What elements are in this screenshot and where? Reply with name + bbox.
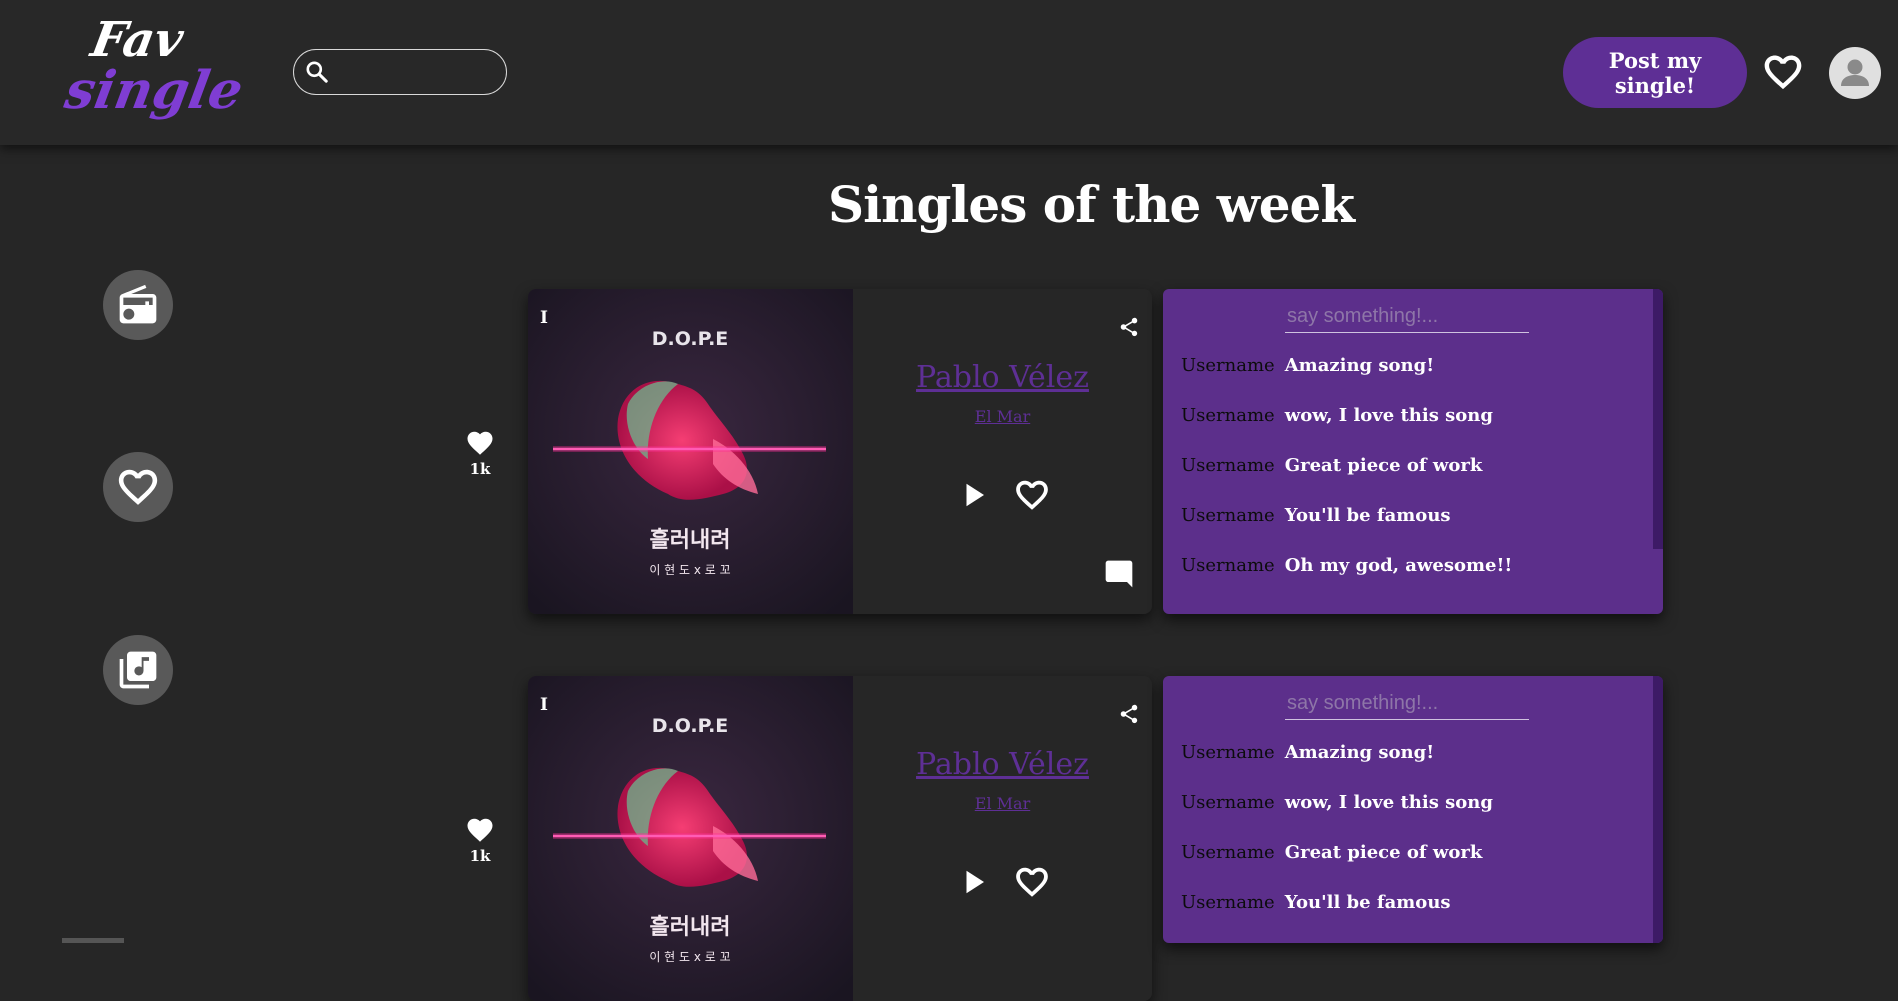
comment-text: Amazing song! [1284, 742, 1435, 763]
favorites-heart-icon[interactable] [1761, 50, 1805, 94]
comment-text: You'll be famous [1284, 892, 1451, 913]
rank-number: I [540, 308, 548, 328]
top-header: Fav single Post my single! [0, 0, 1898, 145]
like-count: 1k [469, 847, 491, 865]
search-input[interactable] [338, 58, 500, 88]
song-link[interactable]: El Mar [853, 407, 1152, 426]
comment-input[interactable] [1285, 301, 1529, 333]
page-scroll-indicator [62, 938, 124, 943]
cover-title: D.O.P.E [652, 328, 729, 350]
comment-text: Great piece of work [1284, 842, 1483, 863]
comment-row: Username Amazing song! [1181, 742, 1434, 772]
single-card: D.O.P.E 흘러내려 이 현 도 x 로 꼬 I Pablo Vélez E… [528, 289, 1152, 614]
comment-text: Amazing song! [1284, 355, 1435, 376]
comment-username[interactable]: Username [1181, 555, 1275, 576]
heart-filled-icon [467, 818, 493, 842]
profile-avatar[interactable] [1829, 47, 1881, 99]
logo-line2: single [60, 60, 248, 121]
post-single-button[interactable]: Post my single! [1563, 37, 1747, 108]
artist-link[interactable]: Pablo Vélez [853, 747, 1152, 782]
comment-username[interactable]: Username [1181, 742, 1275, 763]
like-heart-icon[interactable] [1013, 863, 1051, 901]
app-logo[interactable]: Fav single [61, 8, 248, 133]
artist-link[interactable]: Pablo Vélez [853, 360, 1152, 395]
sidebar-library-button[interactable] [103, 635, 173, 705]
comment-username[interactable]: Username [1181, 455, 1275, 476]
comment-row: Username Oh my god, awesome!! [1181, 555, 1512, 585]
comments-scrollbar[interactable] [1653, 676, 1663, 943]
heart-icon [118, 469, 158, 505]
comment-icon[interactable] [1103, 558, 1135, 590]
comment-row: Username wow, I love this song [1181, 792, 1493, 822]
play-icon[interactable] [959, 867, 989, 897]
heart-filled-icon [467, 431, 493, 455]
cover-credits: 이 현 도 x 로 꼬 [649, 950, 730, 964]
music-library-icon [119, 651, 157, 689]
like-count: 1k [469, 460, 491, 478]
rank-number: I [540, 695, 548, 715]
comment-row: Username wow, I love this song [1181, 405, 1493, 435]
comments-scrollbar[interactable] [1653, 289, 1663, 549]
comment-username[interactable]: Username [1181, 842, 1275, 863]
comment-input[interactable] [1285, 688, 1529, 720]
page-title: Singles of the week [827, 175, 1355, 234]
like-heart-icon[interactable] [1013, 476, 1051, 514]
account-icon [1841, 59, 1869, 86]
song-link[interactable]: El Mar [853, 794, 1152, 813]
cover-korean-title: 흘러내려 [650, 527, 731, 553]
single-card: D.O.P.E 흘러내려 이 현 도 x 로 꼬 I Pablo Vélez E… [528, 676, 1152, 1001]
comment-text: Great piece of work [1284, 455, 1483, 476]
cover-credits: 이 현 도 x 로 꼬 [649, 563, 730, 577]
comment-row: Username Great piece of work [1181, 455, 1482, 485]
comment-row: Username Great piece of work [1181, 842, 1482, 872]
comment-username[interactable]: Username [1181, 792, 1275, 813]
comments-panel: Username Amazing song! Username wow, I l… [1163, 289, 1663, 614]
sidebar-favorites-button[interactable] [103, 452, 173, 522]
comment-row: Username Amazing song! [1181, 355, 1434, 385]
comment-username[interactable]: Username [1181, 355, 1275, 376]
comment-username[interactable]: Username [1181, 405, 1275, 426]
cover-title: D.O.P.E [652, 715, 729, 737]
comment-text: You'll be famous [1284, 505, 1451, 526]
comment-text: Oh my god, awesome!! [1284, 555, 1513, 576]
play-icon[interactable] [959, 480, 989, 510]
comment-text: wow, I love this song [1284, 405, 1493, 426]
comment-row: Username You'll be famous [1181, 892, 1451, 922]
comment-text: wow, I love this song [1284, 792, 1493, 813]
cover-korean-title: 흘러내려 [650, 914, 731, 940]
album-cover-image: D.O.P.E 흘러내려 이 현 도 x 로 꼬 I [528, 289, 853, 614]
like-counter[interactable]: 1k [460, 815, 500, 865]
sidebar-radio-button[interactable] [103, 270, 173, 340]
share-icon[interactable] [1118, 703, 1140, 725]
comments-panel: Username Amazing song! Username wow, I l… [1163, 676, 1663, 943]
share-icon[interactable] [1118, 316, 1140, 338]
search-box[interactable] [293, 49, 507, 95]
comment-username[interactable]: Username [1181, 892, 1275, 913]
search-icon [306, 61, 328, 83]
comment-username[interactable]: Username [1181, 505, 1275, 526]
comment-row: Username You'll be famous [1181, 505, 1451, 535]
like-counter[interactable]: 1k [460, 428, 500, 478]
album-cover-image: D.O.P.E 흘러내려 이 현 도 x 로 꼬 I [528, 676, 853, 1001]
radio-icon [119, 284, 157, 324]
